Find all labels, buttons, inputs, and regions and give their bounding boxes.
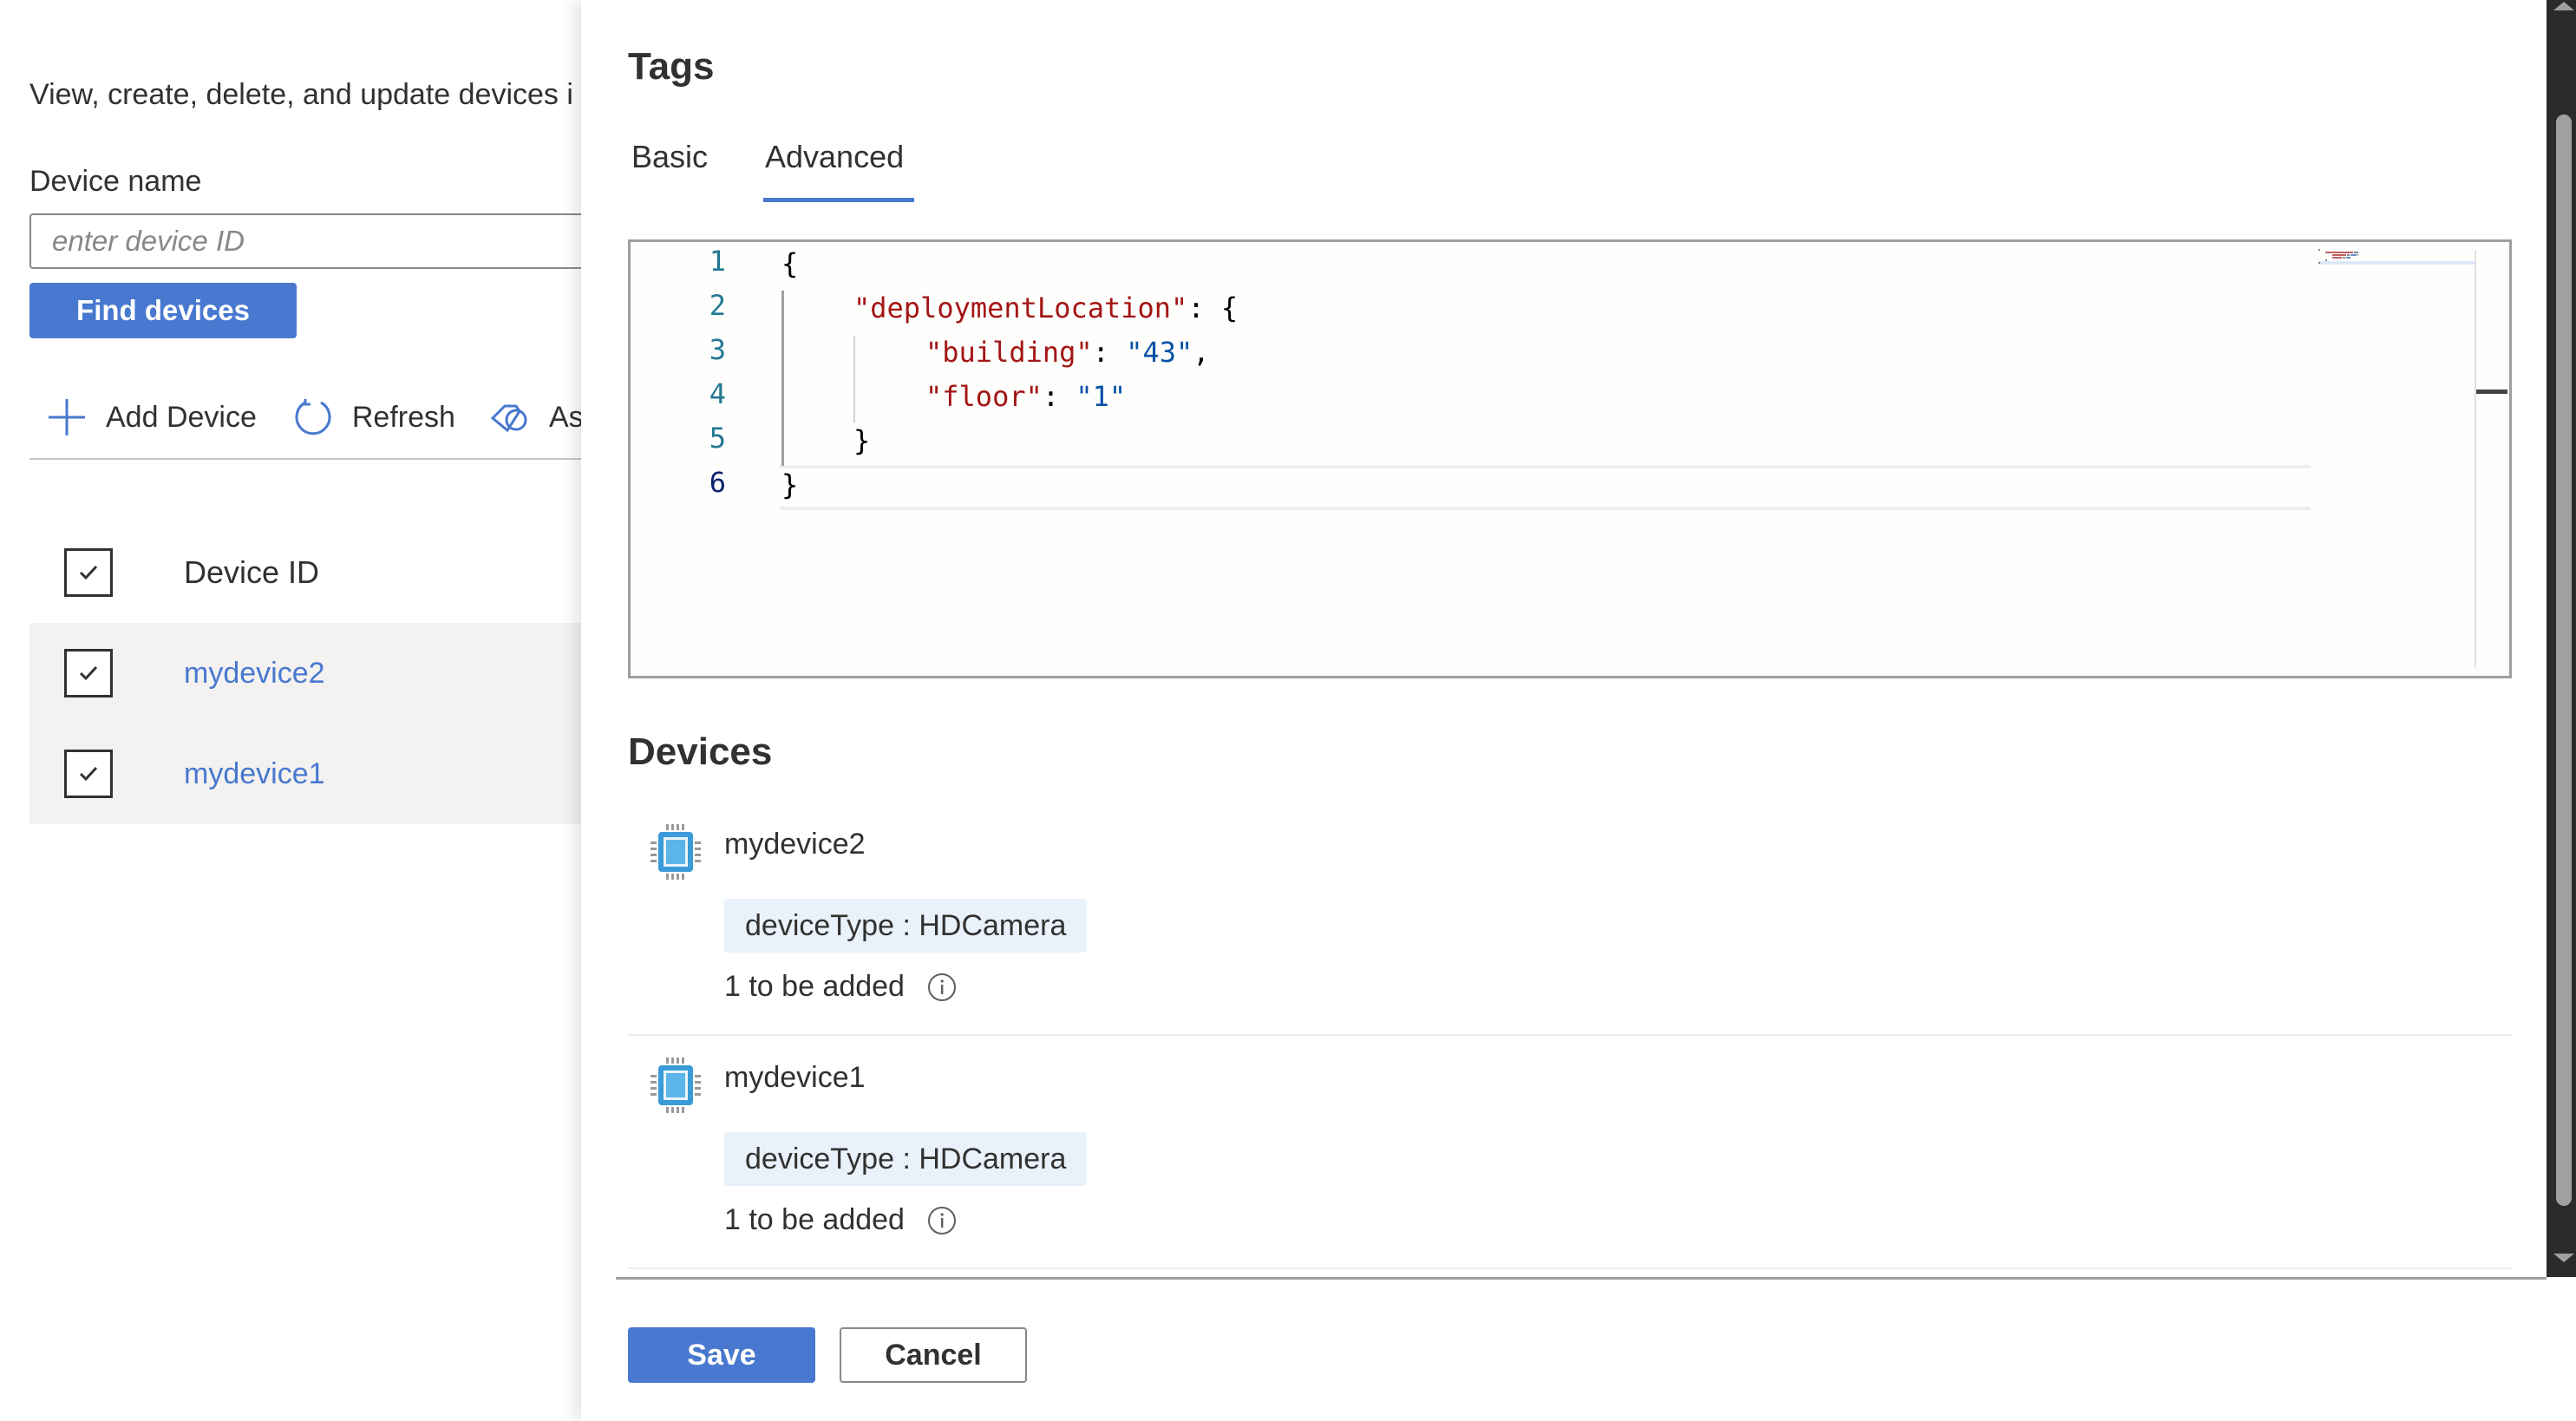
page-description: View, create, delete, and update devices… bbox=[29, 78, 573, 111]
devices-section-title: Devices bbox=[628, 730, 773, 773]
footer-divider bbox=[616, 1277, 2547, 1280]
minimap-token bbox=[2325, 259, 2327, 261]
tag-icon bbox=[490, 404, 527, 433]
save-button[interactable]: Save bbox=[628, 1327, 815, 1383]
pending-status: 1 to be added bbox=[724, 970, 957, 1004]
plus-icon bbox=[49, 399, 85, 435]
json-punctuation: } bbox=[781, 468, 799, 501]
device-list-item: mydevice1 deviceType : HDCamera 1 to be … bbox=[628, 1049, 2512, 1269]
json-value: "43" bbox=[1126, 336, 1193, 369]
refresh-label: Refresh bbox=[351, 400, 455, 434]
add-device-label: Add Device bbox=[106, 400, 257, 434]
info-icon[interactable] bbox=[927, 972, 957, 1002]
toolbar-divider bbox=[29, 458, 637, 460]
minimap-token bbox=[2343, 257, 2346, 259]
minimap[interactable] bbox=[2318, 249, 2475, 266]
device-list-item: mydevice2 deviceType : HDCamera 1 to be … bbox=[628, 815, 2512, 1036]
minimap-divider bbox=[2475, 251, 2476, 667]
code-line[interactable]: } bbox=[853, 419, 870, 463]
line-number: 4 bbox=[709, 377, 726, 410]
column-header-device-id[interactable]: Device ID bbox=[184, 554, 319, 591]
code-line[interactable]: "deploymentLocation": { bbox=[853, 286, 1238, 331]
json-punctuation: { bbox=[781, 247, 799, 280]
indent-guide bbox=[853, 336, 855, 422]
minimap-token bbox=[2347, 254, 2350, 256]
device-name: mydevice1 bbox=[724, 1061, 866, 1094]
select-all-checkbox[interactable] bbox=[64, 548, 113, 597]
json-value: "1" bbox=[1076, 380, 1127, 413]
line-number: 6 bbox=[709, 466, 726, 499]
find-devices-button[interactable]: Find devices bbox=[29, 283, 297, 338]
panel-title: Tags bbox=[628, 45, 715, 88]
refresh-button[interactable]: Refresh bbox=[293, 397, 455, 437]
table-row[interactable]: mydevice1 bbox=[29, 724, 637, 824]
tag-chip: deviceType : HDCamera bbox=[724, 899, 1088, 953]
table-header: Device ID bbox=[29, 538, 637, 607]
editor-overview-ruler-cursor bbox=[2476, 390, 2507, 394]
device-name-label: Device name bbox=[29, 165, 202, 198]
indent-guide bbox=[781, 291, 784, 466]
current-line-highlight bbox=[780, 465, 2311, 510]
device-chip-icon bbox=[651, 1058, 701, 1113]
json-punctuation: , bbox=[1193, 336, 1210, 369]
refresh-icon bbox=[295, 399, 331, 435]
code-line[interactable]: { bbox=[781, 242, 798, 286]
scrollbar-thumb[interactable] bbox=[2556, 115, 2572, 1206]
checkmark-icon bbox=[79, 565, 98, 580]
add-device-button[interactable]: Add Device bbox=[47, 397, 257, 437]
vertical-scrollbar[interactable] bbox=[2547, 0, 2576, 1277]
minimap-token bbox=[2332, 254, 2346, 256]
json-punctuation: : bbox=[1042, 380, 1076, 413]
line-number: 3 bbox=[709, 333, 726, 366]
assign-tags-label: As bbox=[548, 400, 584, 434]
tag-chip: deviceType : HDCamera bbox=[724, 1132, 1088, 1186]
row-checkbox[interactable] bbox=[64, 649, 113, 697]
list-separator bbox=[628, 1034, 2512, 1036]
minimap-token bbox=[2332, 257, 2343, 259]
code-line[interactable]: } bbox=[781, 463, 798, 508]
code-line[interactable]: "building": "43", bbox=[925, 331, 1210, 375]
pending-text: 1 to be added bbox=[724, 1203, 905, 1236]
json-punctuation: } bbox=[853, 424, 871, 457]
minimap-token bbox=[2346, 257, 2351, 259]
minimap-token bbox=[2350, 254, 2357, 256]
line-number: 1 bbox=[709, 245, 726, 278]
checkmark-icon bbox=[79, 766, 98, 782]
json-key: "floor" bbox=[925, 380, 1043, 413]
device-chip-icon bbox=[651, 824, 701, 880]
tab-advanced[interactable]: Advanced bbox=[765, 139, 904, 175]
scroll-up-arrow-icon[interactable] bbox=[2553, 2, 2574, 10]
cancel-button[interactable]: Cancel bbox=[840, 1327, 1027, 1383]
pending-status: 1 to be added bbox=[724, 1203, 957, 1237]
assign-tags-button[interactable]: As bbox=[490, 397, 584, 437]
command-bar: Add Device Refresh As bbox=[29, 389, 618, 446]
info-icon[interactable] bbox=[927, 1206, 957, 1235]
row-checkbox[interactable] bbox=[64, 750, 113, 798]
json-key: "deploymentLocation" bbox=[853, 291, 1188, 324]
list-separator bbox=[628, 1267, 2512, 1269]
minimap-token bbox=[2325, 252, 2353, 253]
device-table-body: mydevice2 mydevice1 bbox=[29, 623, 637, 824]
minimap-token bbox=[2354, 252, 2358, 253]
json-key: "building" bbox=[925, 336, 1093, 369]
line-number: 5 bbox=[709, 422, 726, 455]
json-editor[interactable]: 1 2 3 4 5 6 {"deploymentLocation": {"bui… bbox=[628, 239, 2512, 678]
json-punctuation: : { bbox=[1187, 291, 1239, 324]
device-name: mydevice2 bbox=[724, 828, 866, 861]
active-tab-indicator bbox=[763, 198, 914, 202]
scroll-down-arrow-icon[interactable] bbox=[2553, 1254, 2574, 1262]
pending-text: 1 to be added bbox=[724, 970, 905, 1003]
table-row[interactable]: mydevice2 bbox=[29, 623, 637, 724]
json-punctuation: : bbox=[1092, 336, 1127, 369]
minimap-token bbox=[2318, 249, 2320, 251]
device-link[interactable]: mydevice2 bbox=[184, 657, 325, 691]
minimap-token bbox=[2357, 254, 2359, 256]
checkmark-icon bbox=[79, 665, 98, 681]
minimap-highlight bbox=[2318, 261, 2475, 265]
device-link[interactable]: mydevice1 bbox=[184, 757, 325, 791]
line-number: 2 bbox=[709, 289, 726, 322]
tab-basic[interactable]: Basic bbox=[631, 139, 708, 175]
minimap-token bbox=[2318, 262, 2320, 264]
code-line[interactable]: "floor": "1" bbox=[925, 375, 1126, 419]
